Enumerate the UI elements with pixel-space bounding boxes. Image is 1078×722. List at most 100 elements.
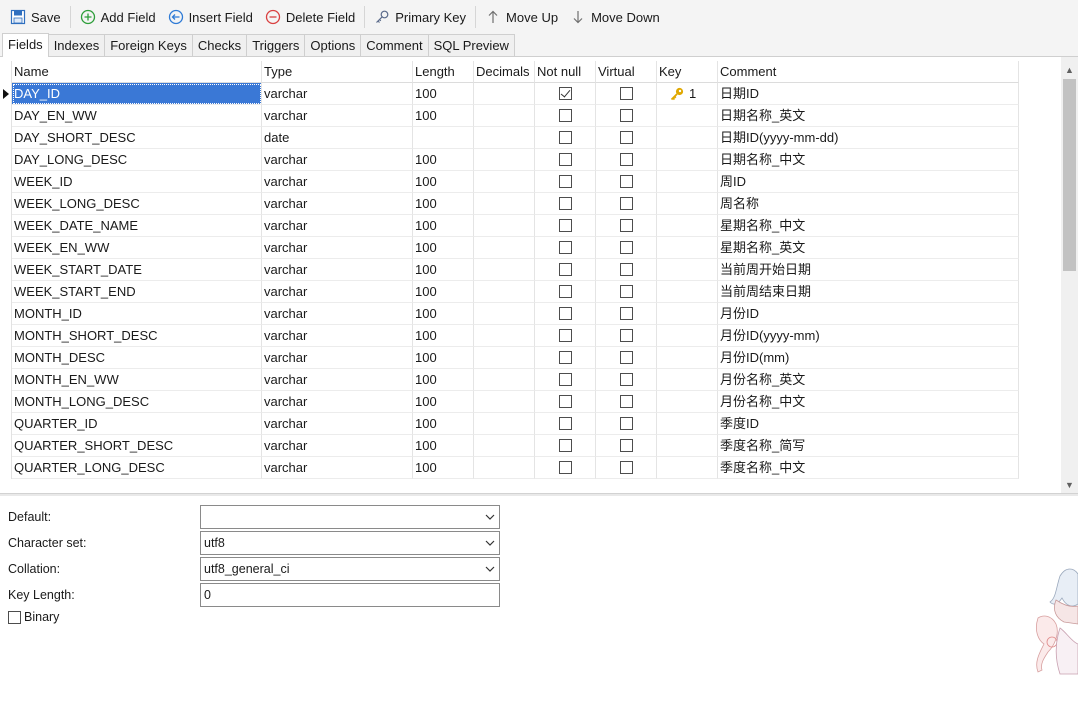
field-comment-cell[interactable]: 月份名称_中文	[718, 391, 1019, 413]
not-null-checkbox[interactable]	[558, 307, 572, 320]
not-null-checkbox[interactable]	[558, 351, 572, 364]
field-length-cell[interactable]: 100	[413, 83, 474, 105]
field-type-cell[interactable]: varchar	[262, 369, 413, 391]
field-decimals-cell[interactable]	[474, 171, 535, 193]
field-decimals-cell[interactable]	[474, 215, 535, 237]
field-name-cell[interactable]: QUARTER_LONG_DESC	[12, 457, 262, 479]
field-name-cell[interactable]: WEEK_LONG_DESC	[12, 193, 262, 215]
field-length-cell[interactable]: 100	[413, 193, 474, 215]
table-row[interactable]: DAY_ID varchar 100 1 日期ID	[12, 83, 1019, 105]
field-comment-cell[interactable]: 月份ID(yyyy-mm)	[718, 325, 1019, 347]
not-null-checkbox[interactable]	[558, 461, 572, 474]
tab-comment[interactable]: Comment	[360, 34, 429, 56]
field-name-cell[interactable]: MONTH_ID	[12, 303, 262, 325]
field-length-cell[interactable]: 100	[413, 259, 474, 281]
table-row[interactable]: WEEK_DATE_NAME varchar 100 星期名称_中文	[12, 215, 1019, 237]
field-type-cell[interactable]: varchar	[262, 347, 413, 369]
field-comment-cell[interactable]: 星期名称_中文	[718, 215, 1019, 237]
not-null-checkbox[interactable]	[558, 395, 572, 408]
key-cell[interactable]	[657, 237, 718, 259]
virtual-checkbox[interactable]	[619, 307, 633, 320]
field-comment-cell[interactable]: 日期名称_中文	[718, 149, 1019, 171]
vertical-scrollbar[interactable]: ▲ ▼	[1061, 57, 1078, 493]
not-null-checkbox[interactable]	[558, 87, 572, 100]
field-decimals-cell[interactable]	[474, 105, 535, 127]
not-null-checkbox[interactable]	[558, 263, 572, 276]
field-name-cell[interactable]: WEEK_EN_WW	[12, 237, 262, 259]
virtual-checkbox[interactable]	[619, 373, 633, 386]
field-decimals-cell[interactable]	[474, 149, 535, 171]
header-length[interactable]: Length	[413, 61, 474, 83]
field-length-cell[interactable]: 100	[413, 105, 474, 127]
not-null-checkbox[interactable]	[558, 439, 572, 452]
virtual-checkbox[interactable]	[619, 175, 633, 188]
table-row[interactable]: DAY_LONG_DESC varchar 100 日期名称_中文	[12, 149, 1019, 171]
virtual-checkbox[interactable]	[619, 329, 633, 342]
header-type[interactable]: Type	[262, 61, 413, 83]
field-decimals-cell[interactable]	[474, 127, 535, 149]
field-decimals-cell[interactable]	[474, 369, 535, 391]
virtual-checkbox[interactable]	[619, 263, 633, 276]
table-row[interactable]: WEEK_ID varchar 100 周ID	[12, 171, 1019, 193]
virtual-checkbox[interactable]	[619, 219, 633, 232]
insert-field-button[interactable]: Insert Field	[162, 4, 259, 30]
scroll-up-icon[interactable]: ▲	[1061, 61, 1078, 78]
header-comment[interactable]: Comment	[718, 61, 1019, 83]
field-type-cell[interactable]: varchar	[262, 83, 413, 105]
virtual-checkbox[interactable]	[619, 285, 633, 298]
field-type-cell[interactable]: varchar	[262, 391, 413, 413]
field-decimals-cell[interactable]	[474, 325, 535, 347]
field-length-cell[interactable]: 100	[413, 369, 474, 391]
key-cell[interactable]	[657, 281, 718, 303]
field-length-cell[interactable]: 100	[413, 325, 474, 347]
key-cell[interactable]: 1	[657, 83, 718, 105]
field-comment-cell[interactable]: 月份名称_英文	[718, 369, 1019, 391]
header-not-null[interactable]: Not null	[535, 61, 596, 83]
table-row[interactable]: WEEK_EN_WW varchar 100 星期名称_英文	[12, 237, 1019, 259]
field-decimals-cell[interactable]	[474, 303, 535, 325]
field-comment-cell[interactable]: 季度ID	[718, 413, 1019, 435]
field-length-cell[interactable]: 100	[413, 413, 474, 435]
key-cell[interactable]	[657, 193, 718, 215]
field-type-cell[interactable]: varchar	[262, 215, 413, 237]
table-row[interactable]: MONTH_ID varchar 100 月份ID	[12, 303, 1019, 325]
key-cell[interactable]	[657, 325, 718, 347]
field-length-cell[interactable]: 100	[413, 171, 474, 193]
virtual-checkbox[interactable]	[619, 241, 633, 254]
tab-indexes[interactable]: Indexes	[47, 34, 106, 56]
header-name[interactable]: Name	[12, 61, 262, 83]
field-name-cell[interactable]: MONTH_SHORT_DESC	[12, 325, 262, 347]
scroll-thumb[interactable]	[1063, 79, 1076, 271]
virtual-checkbox[interactable]	[619, 395, 633, 408]
field-comment-cell[interactable]: 周ID	[718, 171, 1019, 193]
not-null-checkbox[interactable]	[558, 373, 572, 386]
field-comment-cell[interactable]: 季度名称_中文	[718, 457, 1019, 479]
table-row[interactable]: QUARTER_ID varchar 100 季度ID	[12, 413, 1019, 435]
field-type-cell[interactable]: varchar	[262, 237, 413, 259]
save-button[interactable]: Save	[4, 4, 67, 30]
virtual-checkbox[interactable]	[619, 153, 633, 166]
field-name-cell[interactable]: QUARTER_ID	[12, 413, 262, 435]
not-null-checkbox[interactable]	[558, 109, 572, 122]
not-null-checkbox[interactable]	[558, 329, 572, 342]
table-row[interactable]: DAY_EN_WW varchar 100 日期名称_英文	[12, 105, 1019, 127]
not-null-checkbox[interactable]	[558, 175, 572, 188]
field-name-cell[interactable]: WEEK_START_END	[12, 281, 262, 303]
tab-sql-preview[interactable]: SQL Preview	[427, 34, 515, 56]
field-length-cell[interactable]: 100	[413, 149, 474, 171]
charset-select[interactable]: utf8	[200, 531, 500, 555]
field-name-cell[interactable]: MONTH_EN_WW	[12, 369, 262, 391]
chevron-down-icon[interactable]	[485, 506, 495, 528]
primary-key-button[interactable]: Primary Key	[368, 4, 472, 30]
field-comment-cell[interactable]: 月份ID(mm)	[718, 347, 1019, 369]
scroll-down-icon[interactable]: ▼	[1061, 476, 1078, 493]
field-type-cell[interactable]: varchar	[262, 105, 413, 127]
key-cell[interactable]	[657, 215, 718, 237]
field-decimals-cell[interactable]	[474, 237, 535, 259]
tab-fields[interactable]: Fields	[2, 33, 49, 57]
tab-options[interactable]: Options	[304, 34, 362, 56]
field-decimals-cell[interactable]	[474, 391, 535, 413]
field-comment-cell[interactable]: 季度名称_简写	[718, 435, 1019, 457]
not-null-checkbox[interactable]	[558, 417, 572, 430]
field-decimals-cell[interactable]	[474, 435, 535, 457]
